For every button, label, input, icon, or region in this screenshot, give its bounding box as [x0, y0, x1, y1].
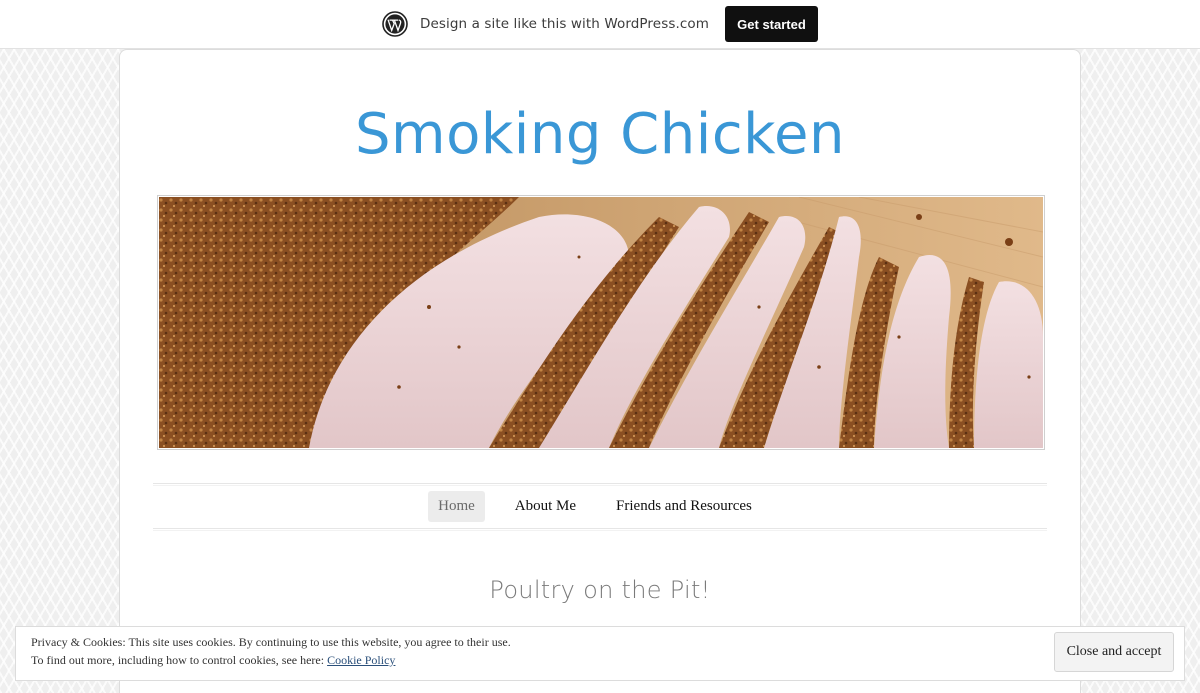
- nav-item-home[interactable]: Home: [428, 491, 485, 522]
- wordpress-logo-icon[interactable]: [382, 11, 408, 37]
- header-image: [157, 195, 1045, 450]
- site-title-text[interactable]: Smoking Chicken: [355, 102, 845, 167]
- smoked-chicken-image: [159, 197, 1043, 448]
- nav-item-friends-and-resources[interactable]: Friends and Resources: [606, 491, 762, 522]
- cookie-policy-link[interactable]: Cookie Policy: [327, 653, 395, 667]
- close-and-accept-button[interactable]: Close and accept: [1054, 632, 1174, 672]
- nav-top-divider: [153, 483, 1047, 486]
- cookie-notice-text: Privacy & Cookies: This site uses cookie…: [31, 635, 511, 649]
- site-title[interactable]: Smoking Chicken: [0, 98, 1200, 172]
- cookie-banner: Privacy & Cookies: This site uses cookie…: [15, 626, 1185, 681]
- promo-text: Design a site like this with WordPress.c…: [420, 16, 709, 32]
- get-started-button[interactable]: Get started: [725, 6, 818, 42]
- main-navigation: Home About Me Friends and Resources: [0, 491, 1200, 522]
- cookie-more-info-prefix: To find out more, including how to contr…: [31, 653, 328, 667]
- wordpress-promo-bar: Design a site like this with WordPress.c…: [0, 0, 1200, 49]
- nav-item-about-me[interactable]: About Me: [505, 491, 586, 522]
- cookie-more-info-text: To find out more, including how to contr…: [31, 653, 395, 668]
- nav-bottom-divider: [153, 528, 1047, 531]
- post-title[interactable]: Poultry on the Pit!: [0, 576, 1200, 604]
